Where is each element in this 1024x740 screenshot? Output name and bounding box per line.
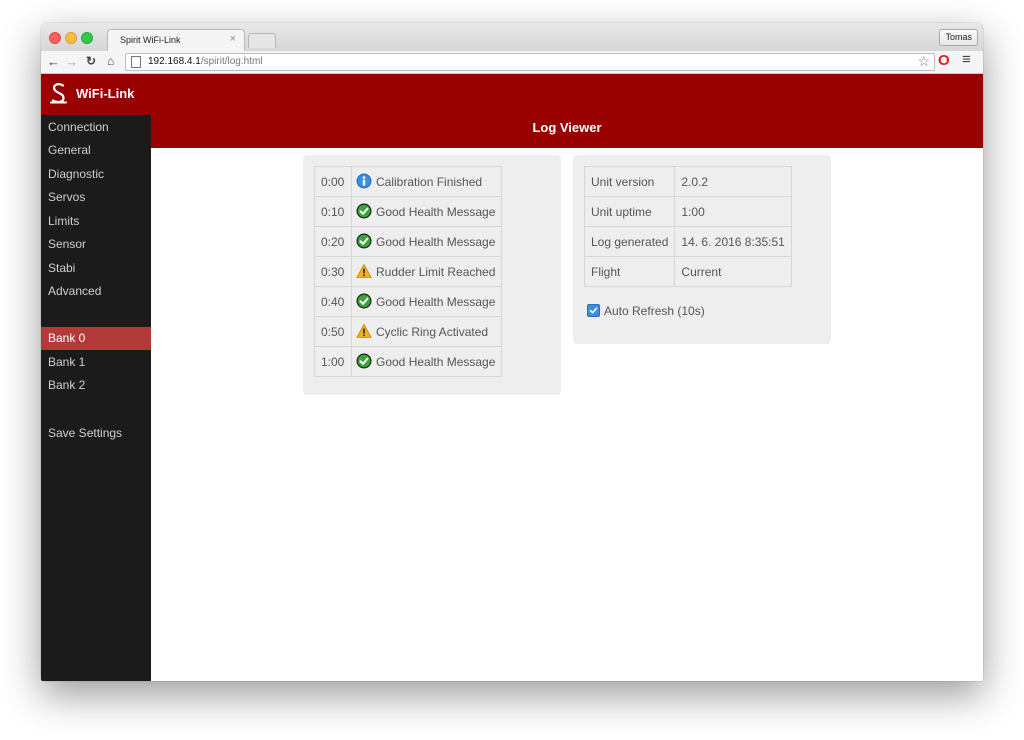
page-title: Log Viewer [532,120,602,135]
table-row: 0:50 Cyclic Ring Activated [314,316,503,347]
log-message: Good Health Message [376,234,496,249]
log-message-cell: Good Health Message [350,346,503,377]
sidebar-item-bank-0[interactable]: Bank 0 [41,327,151,350]
log-time: 0:00 [314,166,352,197]
checkmark-icon [589,307,598,314]
arrow-left-icon[interactable]: ← [47,53,60,70]
log-time: 0:10 [314,196,352,227]
tab-title: Spirit WiFi-Link [120,35,181,45]
info-table: Unit version 2.0.2 Unit uptime 1:00 Log … [583,166,792,287]
zoom-window-button[interactable] [81,32,93,44]
browser-toolbar: ← → ↻ ⌂ 192.168.4.1/spirit/log.html ☆ O … [41,51,983,74]
reload-icon[interactable]: ↻ [86,53,96,70]
sidebar-item-connection[interactable]: Connection [41,116,151,139]
auto-refresh-row[interactable]: Auto Refresh (10s) [587,304,705,318]
table-row: 0:30 Rudder Limit Reached [314,256,503,287]
table-row: 0:40 Good Health Message [314,286,503,317]
log-message: Good Health Message [376,294,496,309]
sidebar-item-servos[interactable]: Servos [41,186,151,209]
log-time: 0:30 [314,256,352,287]
table-row: Log generated 14. 6. 2016 8:35:51 [583,226,792,257]
star-icon[interactable]: ☆ [917,53,930,70]
url-text: 192.168.4.1/spirit/log.html [148,55,263,68]
profile-button[interactable]: Tomas [939,29,978,46]
check-circle-icon [356,293,372,308]
opera-icon[interactable]: O [938,52,950,70]
browser-tab[interactable]: Spirit WiFi-Link × [107,29,245,52]
table-row: Unit version 2.0.2 [583,166,792,197]
log-message-cell: Good Health Message [350,196,503,227]
sidebar-item-general[interactable]: General [41,139,151,162]
spirit-logo-icon [50,83,67,104]
log-message: Good Health Message [376,204,496,219]
log-time: 1:00 [314,346,352,377]
info-icon [356,173,372,188]
arrow-right-icon[interactable]: → [65,53,78,70]
auto-refresh-checkbox[interactable] [587,304,600,318]
table-row: Unit uptime 1:00 [583,196,792,227]
sidebar-item-diagnostic[interactable]: Diagnostic [41,163,151,186]
page-header: Log Viewer [151,74,983,148]
sidebar: WiFi-Link Connection General Diagnostic … [41,74,151,681]
log-message: Rudder Limit Reached [376,264,496,279]
log-table: 0:00 Calibration Finished 0:10 Good Heal… [314,166,503,377]
tab-close-icon[interactable]: × [230,33,236,45]
table-row: 0:10 Good Health Message [314,196,503,227]
sidebar-item-sensor[interactable]: Sensor [41,233,151,256]
log-time: 0:20 [314,226,352,257]
auto-refresh-label: Auto Refresh (10s) [604,304,705,318]
info-key: Unit uptime [583,196,676,227]
log-time: 0:40 [314,286,352,317]
log-message: Calibration Finished [376,174,483,189]
log-message-cell: Good Health Message [350,226,503,257]
check-circle-icon [356,233,372,248]
log-panel: 0:00 Calibration Finished 0:10 Good Heal… [303,155,561,395]
sidebar-item-bank-2[interactable]: Bank 2 [41,374,151,397]
check-circle-icon [356,353,372,368]
info-key: Log generated [583,226,676,257]
close-window-button[interactable] [49,32,61,44]
tab-bar: Spirit WiFi-Link × Tomas [41,23,983,52]
info-key: Unit version [583,166,676,197]
log-message: Good Health Message [376,354,496,369]
log-message-cell: Rudder Limit Reached [350,256,503,287]
page-icon [131,56,141,68]
url-path: /spirit/log.html [200,56,263,67]
save-settings-button[interactable]: Save Settings [41,422,151,445]
table-row: 0:00 Calibration Finished [314,166,503,197]
log-message-cell: Calibration Finished [350,166,503,197]
home-icon[interactable]: ⌂ [107,53,114,70]
info-value: 14. 6. 2016 8:35:51 [674,226,792,257]
brand[interactable]: WiFi-Link [41,74,151,115]
log-time: 0:50 [314,316,352,347]
info-value: 1:00 [674,196,792,227]
address-bar[interactable]: 192.168.4.1/spirit/log.html ☆ [125,53,935,71]
info-key: Flight [583,256,676,287]
log-message-cell: Cyclic Ring Activated [350,316,503,347]
info-panel: Unit version 2.0.2 Unit uptime 1:00 Log … [573,155,831,344]
url-host: 192.168.4.1 [148,56,201,67]
warning-icon [356,263,372,278]
sidebar-item-bank-1[interactable]: Bank 1 [41,351,151,374]
warning-icon [356,323,372,338]
hamburger-menu-icon[interactable]: ≡ [962,51,971,69]
info-value: Current [674,256,792,287]
log-message-cell: Good Health Message [350,286,503,317]
table-row: Flight Current [583,256,792,287]
table-row: 0:20 Good Health Message [314,226,503,257]
new-tab-button[interactable] [248,33,276,48]
info-value: 2.0.2 [674,166,792,197]
log-message: Cyclic Ring Activated [376,324,489,339]
table-row: 1:00 Good Health Message [314,346,503,377]
sidebar-item-advanced[interactable]: Advanced [41,280,151,303]
brand-title: WiFi-Link [76,86,135,101]
page-content: WiFi-Link Connection General Diagnostic … [41,74,983,681]
browser-window: Spirit WiFi-Link × Tomas ← → ↻ ⌂ 192.168… [41,23,983,681]
sidebar-item-stabi[interactable]: Stabi [41,257,151,280]
minimize-window-button[interactable] [65,32,77,44]
check-circle-icon [356,203,372,218]
sidebar-item-limits[interactable]: Limits [41,210,151,233]
